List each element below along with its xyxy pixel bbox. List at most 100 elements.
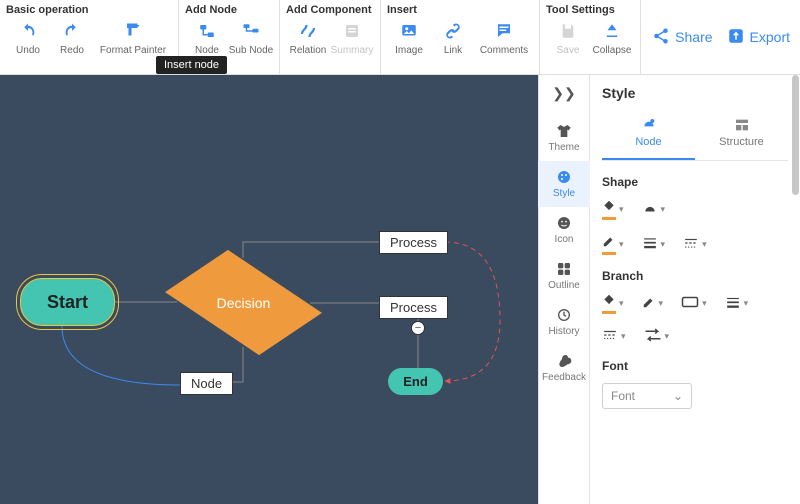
- comments-icon: [492, 20, 516, 42]
- group-add-component: Add Component Relation Summary: [280, 0, 381, 74]
- share-label: Share: [675, 29, 712, 45]
- group-insert: Insert Image Link Comments: [381, 0, 540, 74]
- insert-comments-button[interactable]: Comments: [475, 20, 533, 56]
- share-icon: [652, 27, 670, 48]
- chevron-down-icon: ▾: [702, 298, 707, 309]
- node-process-1[interactable]: Process: [379, 231, 448, 254]
- chevron-down-icon: ▾: [659, 298, 664, 309]
- chevron-down-icon: ▾: [661, 239, 666, 250]
- image-icon: [397, 20, 421, 42]
- tab-node[interactable]: Node: [602, 113, 695, 160]
- fill-icon: [602, 293, 616, 314]
- rail-feedback[interactable]: Feedback: [538, 345, 590, 391]
- undo-button[interactable]: Undo: [6, 20, 50, 56]
- scrollbar-thumb[interactable]: [792, 75, 799, 195]
- branch-dash-button[interactable]: ▾: [602, 328, 626, 345]
- add-subnode-button[interactable]: Sub Node: [229, 20, 273, 56]
- insert-link-button[interactable]: Link: [431, 20, 475, 56]
- outline-icon: [555, 261, 573, 277]
- share-button[interactable]: Share: [652, 27, 712, 48]
- node-start[interactable]: Start: [20, 278, 115, 326]
- rail-theme[interactable]: Theme: [538, 115, 590, 161]
- summary-icon: [340, 20, 364, 42]
- subnode-icon: [239, 20, 263, 42]
- chevron-down-icon: ▾: [619, 298, 624, 309]
- history-icon: [555, 307, 573, 323]
- rail-collapse-button[interactable]: ❯❯: [547, 81, 581, 105]
- format-painter-icon: [121, 20, 145, 42]
- group-title: Basic operation: [6, 4, 172, 16]
- rail-outline[interactable]: Outline: [538, 253, 590, 299]
- group-tool-settings: Tool Settings Save Collapse: [540, 0, 641, 74]
- side-rail: ❯❯ Theme Style Icon Outline History Feed…: [538, 75, 590, 504]
- branch-arrows-button[interactable]: ▾: [644, 328, 670, 345]
- group-title: Add Node: [185, 4, 273, 16]
- export-button[interactable]: Export: [727, 27, 790, 48]
- save-icon: [556, 20, 580, 42]
- shape-border-color-button[interactable]: ▾: [602, 234, 624, 255]
- add-node-button[interactable]: Node: [185, 20, 229, 56]
- rail-history[interactable]: History: [538, 299, 590, 345]
- shape-fill-button[interactable]: ▾: [602, 199, 624, 220]
- pencil-icon: [602, 234, 616, 255]
- collapse-icon: [600, 20, 624, 42]
- shape-border-style-button[interactable]: ▾: [683, 234, 707, 255]
- export-label: Export: [750, 29, 790, 45]
- export-icon: [727, 27, 745, 48]
- panel-tabs: Node Structure: [602, 113, 788, 161]
- node-process-2[interactable]: Process: [379, 296, 448, 319]
- save-button[interactable]: Save: [546, 20, 590, 56]
- tab-structure[interactable]: Structure: [695, 113, 788, 160]
- panel-title: Style: [602, 85, 788, 101]
- undo-icon: [16, 20, 40, 42]
- branch-pen-button[interactable]: ▾: [642, 293, 664, 314]
- shape-shape-button[interactable]: ▾: [642, 199, 666, 220]
- summary-button[interactable]: Summary: [330, 20, 374, 56]
- section-font: Font: [602, 359, 788, 373]
- rail-icon[interactable]: Icon: [538, 207, 590, 253]
- relation-icon: [296, 20, 320, 42]
- scrollbar[interactable]: [792, 75, 799, 504]
- node-decision[interactable]: Decision: [177, 258, 310, 347]
- toolbar-right: Share Export: [652, 0, 800, 74]
- rail-style[interactable]: Style: [538, 161, 590, 207]
- font-select-value: Font: [611, 389, 635, 403]
- branch-line-button[interactable]: ▾: [725, 293, 749, 314]
- line-weight-icon: [642, 236, 658, 253]
- rect-icon: [681, 296, 699, 311]
- shirt-icon: [555, 123, 573, 139]
- redo-button[interactable]: Redo: [50, 20, 94, 56]
- group-title: Tool Settings: [546, 4, 634, 16]
- dash-icon: [602, 328, 618, 345]
- node-collapse-handle[interactable]: −: [411, 321, 425, 335]
- shape-icon: [642, 201, 658, 218]
- node-tab-icon: [640, 117, 658, 133]
- node-icon: [195, 20, 219, 42]
- node-end[interactable]: End: [388, 368, 443, 395]
- relation-button[interactable]: Relation: [286, 20, 330, 56]
- smile-icon: [555, 215, 573, 231]
- chevron-down-icon: ▾: [665, 331, 670, 342]
- chevron-down-icon: ▾: [702, 239, 707, 250]
- font-select[interactable]: Font ⌄: [602, 383, 692, 409]
- top-toolbar: Basic operation Undo Redo Format Painter…: [0, 0, 800, 75]
- line-weight-icon: [725, 295, 741, 312]
- group-basic-operation: Basic operation Undo Redo Format Painter: [0, 0, 179, 74]
- format-painter-button[interactable]: Format Painter: [94, 20, 172, 56]
- section-branch: Branch: [602, 269, 788, 283]
- branch-shape-button[interactable]: ▾: [681, 293, 707, 314]
- collapse-button[interactable]: Collapse: [590, 20, 634, 56]
- insert-image-button[interactable]: Image: [387, 20, 431, 56]
- insert-node-tooltip: Insert node: [156, 56, 227, 74]
- node-generic[interactable]: Node: [180, 372, 233, 395]
- section-shape: Shape: [602, 175, 788, 189]
- structure-tab-icon: [733, 117, 751, 133]
- feedback-icon: [555, 353, 573, 369]
- branch-color-button[interactable]: ▾: [602, 293, 624, 314]
- canvas[interactable]: Start Decision Process Process − Node En…: [0, 75, 538, 504]
- shape-border-width-button[interactable]: ▾: [642, 234, 666, 255]
- chevron-down-icon: ▾: [661, 204, 666, 215]
- chevron-down-icon: ▾: [619, 239, 624, 250]
- chevron-down-icon: ⌄: [673, 389, 683, 403]
- group-title: Add Component: [286, 4, 374, 16]
